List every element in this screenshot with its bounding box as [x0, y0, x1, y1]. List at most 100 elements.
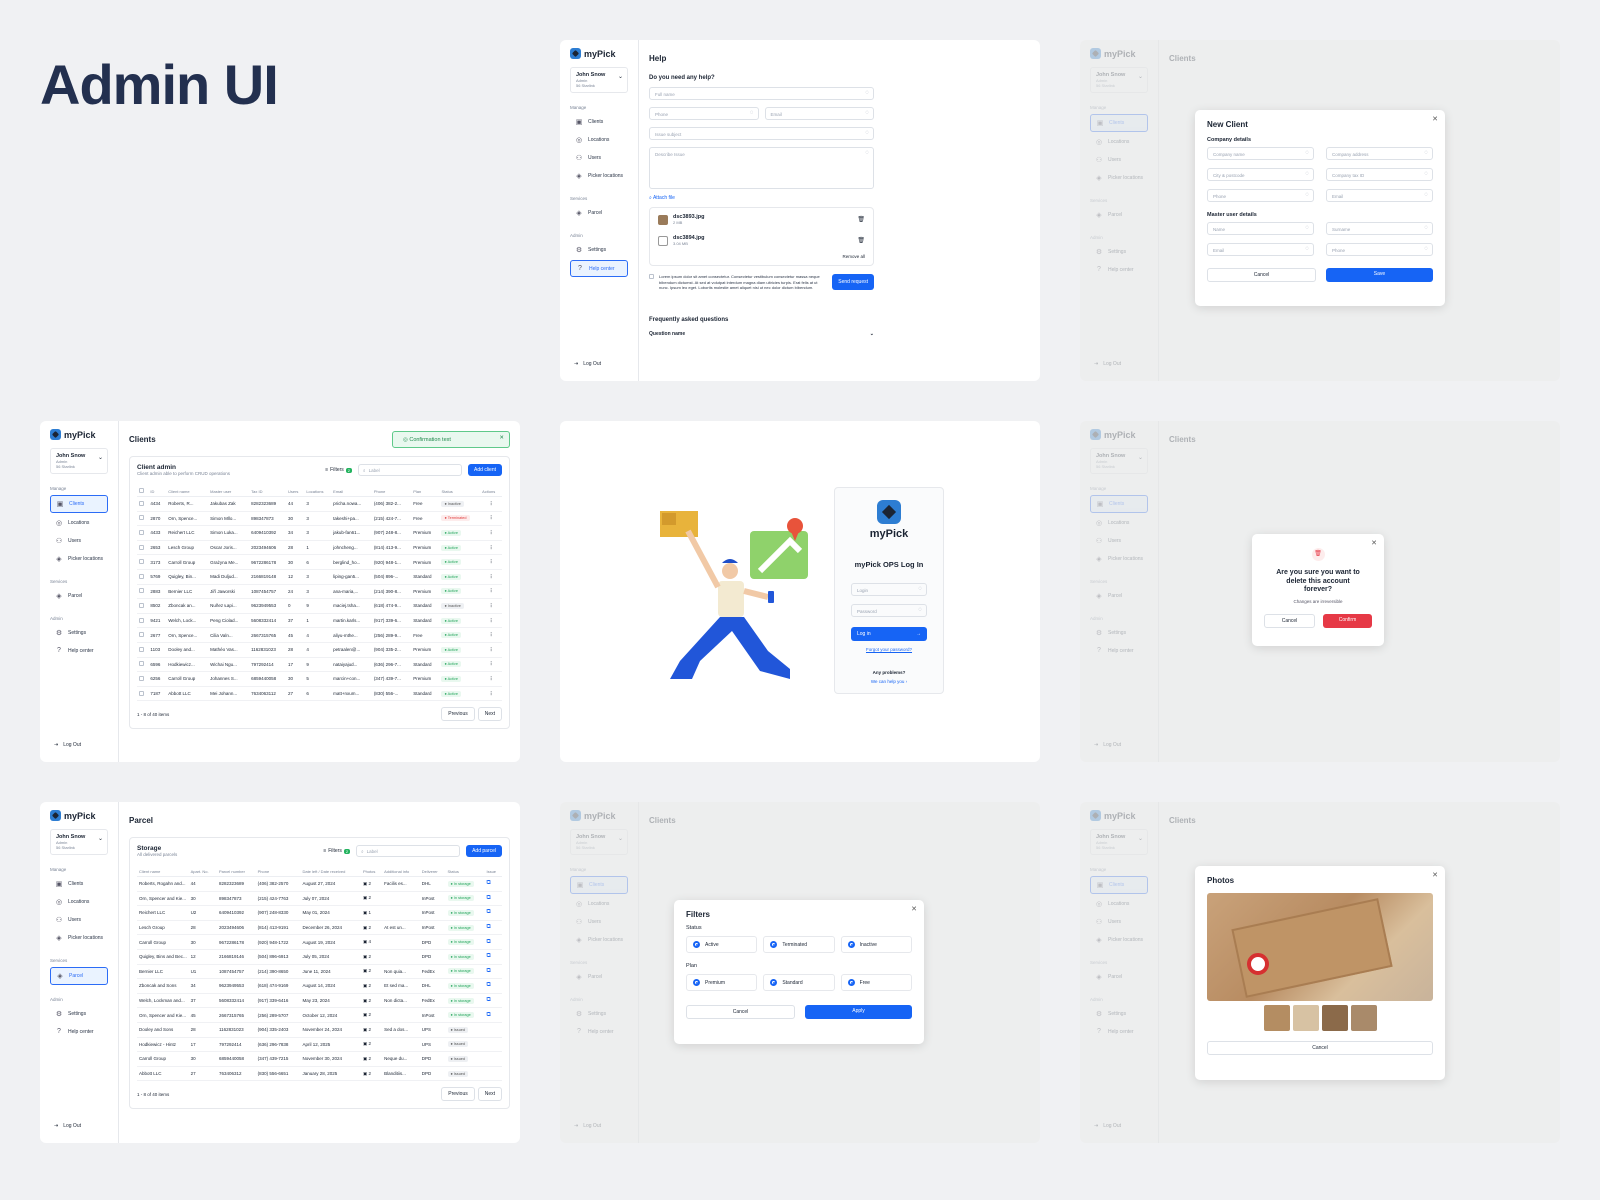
close-icon[interactable]: ✕	[1432, 115, 1438, 123]
table-row[interactable]: Orn, Spencer and Kie... 30 898347873 (215) …	[137, 891, 502, 907]
row-checkbox[interactable]	[139, 675, 144, 681]
column-header[interactable]: Tax ID	[249, 486, 286, 497]
column-header[interactable]: Status	[445, 867, 485, 877]
trash-icon[interactable]: 🗑	[857, 216, 865, 223]
image-icon[interactable]: ▣	[363, 910, 367, 915]
more-actions-icon[interactable]: ⋮	[489, 618, 494, 623]
photo-thumbnail[interactable]	[1350, 1005, 1377, 1031]
sidebar-item-settings[interactable]: ⚙ Settings	[50, 625, 108, 641]
row-checkbox[interactable]	[139, 661, 144, 667]
table-row[interactable]: 5769 Quigley, Bin... Madi Duljud... 2166819…	[137, 569, 502, 585]
company-address-field[interactable]: Company address	[1326, 147, 1433, 160]
table-row[interactable]: 2677 Orn, Spence... Cilia Valn... 266731576…	[137, 627, 502, 643]
table-row[interactable]: 4434 Roberts, R... Jakubas Zak 8282323689 44…	[137, 496, 502, 512]
image-icon[interactable]: ▣	[363, 1027, 367, 1032]
more-actions-icon[interactable]: ⋮	[489, 574, 494, 579]
column-header[interactable]: Parcel number	[216, 867, 256, 877]
select-all-checkbox[interactable]	[139, 488, 144, 493]
column-header[interactable]: Additional info	[382, 867, 420, 877]
table-row[interactable]: 3173 Carroll Group Grażyna Me... 9672286178…	[137, 554, 502, 570]
sidebar-item-settings[interactable]: ⚙ Settings	[570, 242, 628, 258]
cancel-button[interactable]: Cancel	[1207, 1041, 1433, 1055]
plan-standard-radio[interactable]: Standard	[763, 974, 835, 991]
phone-field[interactable]: Phone	[649, 107, 759, 120]
row-checkbox[interactable]	[139, 602, 144, 608]
photo-thumbnail[interactable]	[1321, 1005, 1348, 1031]
column-header[interactable]: Date left / Date received	[300, 867, 361, 877]
surname-field[interactable]: Surname	[1326, 222, 1433, 235]
close-icon[interactable]: ✕	[1432, 871, 1438, 879]
more-actions-icon[interactable]: ⋮	[489, 588, 494, 593]
logo[interactable]: myPick	[570, 48, 628, 59]
table-row[interactable]: Bernier LLC U1 1087454757 (214) 390-8650 Jun…	[137, 964, 502, 980]
table-row[interactable]: 2653 Lesch Group Oscar Joris... 2023494606 2…	[137, 540, 502, 556]
logout-button[interactable]: ⇥ Log Out	[54, 1123, 81, 1129]
add-parcel-button[interactable]: Add parcel	[466, 845, 502, 857]
sidebar-item-settings[interactable]: ⚙ Settings	[50, 1006, 108, 1022]
column-header[interactable]: Actions	[480, 486, 502, 497]
more-actions-icon[interactable]: ⋮	[489, 545, 494, 550]
apply-button[interactable]: Apply	[805, 1005, 912, 1019]
more-actions-icon[interactable]: ⋮	[489, 501, 494, 506]
sidebar-item-parcel[interactable]: ◈ Parcel	[50, 967, 108, 985]
full-name-field[interactable]: Full name	[649, 87, 874, 100]
row-checkbox[interactable]	[139, 515, 144, 521]
consent-checkbox[interactable]	[649, 274, 654, 279]
sidebar-item-picker-locations[interactable]: ◈ Picker locations	[50, 930, 108, 946]
row-checkbox[interactable]	[139, 559, 144, 565]
previous-button[interactable]: Previous	[441, 707, 475, 722]
sidebar-item-picker-locations[interactable]: ◈ Picker locations	[50, 551, 108, 567]
table-row[interactable]: 1103 Dooley and... Mathéo Vas... 1162831023…	[137, 642, 502, 658]
photo-thumbnail[interactable]	[1263, 1005, 1290, 1031]
issue-icon[interactable]: ⧉	[486, 924, 490, 930]
image-icon[interactable]: ▣	[363, 968, 367, 973]
column-header[interactable]: ID	[148, 486, 167, 497]
image-icon[interactable]: ▣	[363, 895, 367, 900]
close-icon[interactable]: ✕	[1371, 539, 1377, 547]
email-field[interactable]: Email	[1326, 189, 1433, 202]
add-client-button[interactable]: Add client	[468, 464, 502, 476]
phone-field[interactable]: Phone	[1207, 189, 1314, 202]
next-button[interactable]: Next	[477, 1087, 502, 1102]
issue-icon[interactable]: ⧉	[486, 939, 490, 945]
image-icon[interactable]: ▣	[363, 1012, 367, 1017]
photo-thumbnail[interactable]	[1292, 1005, 1319, 1031]
image-icon[interactable]: ▣	[363, 881, 367, 886]
logout-button[interactable]: ⇥ Log Out	[54, 742, 81, 748]
column-header[interactable]: Email	[331, 486, 372, 497]
sidebar-item-help-center[interactable]: ? Help center	[50, 643, 108, 658]
table-row[interactable]: Carroll Group 30 6859440058 (347) 439-7215 N…	[137, 1051, 502, 1067]
table-row[interactable]: Reichert LLC U2 6409410392 (907) 248-8330 Ma…	[137, 905, 502, 921]
table-row[interactable]: 4433 Reichert LLC Simon Luka... 6409410392 3…	[137, 525, 502, 541]
filters-button[interactable]: ≡ Filters 2	[323, 848, 351, 854]
previous-button[interactable]: Previous	[441, 1087, 475, 1102]
row-checkbox[interactable]	[139, 588, 144, 594]
table-row[interactable]: Dooley and Sons 28 1162831023 (904) 335-240…	[137, 1022, 502, 1038]
password-field[interactable]: Password	[851, 604, 927, 617]
close-icon[interactable]: ✕	[911, 905, 917, 913]
send-request-button[interactable]: Send request	[832, 274, 874, 290]
more-actions-icon[interactable]: ⋮	[489, 661, 494, 666]
column-header[interactable]: Client name	[166, 486, 209, 497]
attach-file-link[interactable]: ⌕ Attach file	[649, 195, 874, 201]
column-header[interactable]: Plan	[411, 486, 440, 497]
save-button[interactable]: Save	[1326, 268, 1433, 282]
table-row[interactable]: Hodkiewicz - Hintz 17 797292414 (636) 296-7…	[137, 1037, 502, 1053]
sidebar-item-locations[interactable]: ◎ Locations	[50, 894, 108, 910]
issue-icon[interactable]: ⧉	[486, 968, 490, 974]
city-field[interactable]: City & postcode	[1207, 168, 1314, 181]
user-card[interactable]: John Snow Admin 56 Starlink ⌄	[570, 67, 628, 93]
table-row[interactable]: Roberts, Rogahn and... 44 8282323689 (406) …	[137, 876, 502, 892]
remove-all-button[interactable]: Remove all	[658, 254, 865, 259]
issue-icon[interactable]: ⧉	[486, 953, 490, 959]
issue-icon[interactable]: ⧉	[486, 880, 490, 886]
confirm-button[interactable]: Confirm	[1323, 613, 1372, 628]
table-row[interactable]: 8502 Zboncak an... Nuñez Łapi... 9623949553…	[137, 598, 502, 614]
issue-icon[interactable]: ⧉	[486, 895, 490, 901]
user-email-field[interactable]: Email	[1207, 243, 1314, 256]
image-icon[interactable]: ▣	[363, 983, 367, 988]
table-row[interactable]: 6596 Hodkiewicz... Wichai Ngu... 797292414 1…	[137, 657, 502, 673]
sidebar-item-parcel[interactable]: ◈ Parcel	[570, 205, 628, 221]
image-icon[interactable]: ▣	[363, 954, 367, 959]
issue-icon[interactable]: ⧉	[486, 1012, 490, 1018]
